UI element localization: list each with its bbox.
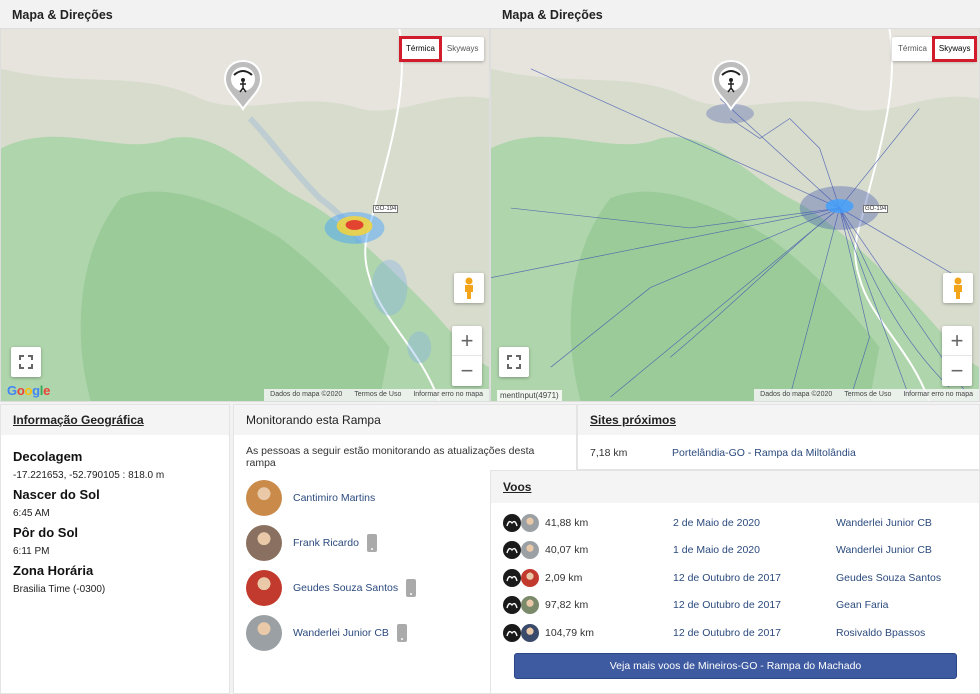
skyways-toggle[interactable]: Skyways [441, 37, 485, 61]
flight-distance: 40,07 km [545, 544, 589, 557]
table-row: 104,79 km 12 de Outubro de 2017 Rosivaldo … [491, 619, 979, 647]
flight-date-link[interactable]: 12 de Outubro de 2017 [673, 599, 836, 611]
glider-type-icon [503, 541, 521, 560]
flight-distance: 2,09 km [545, 571, 583, 584]
nearby-sites-title: Sites próximos [578, 405, 979, 435]
road-label: GO-194 [373, 205, 399, 213]
takeoff-value: -17.221653, -52.790105 : 818.0 m [13, 470, 165, 481]
flight-date-link[interactable]: 2 de Maio de 2020 [673, 517, 836, 529]
avatar[interactable] [521, 623, 539, 642]
table-row: 40,07 km 1 de Maio de 2020 Wanderlei Junio… [491, 537, 979, 565]
report-error-link[interactable]: Informar erro no mapa [903, 391, 973, 399]
street-view-pegman[interactable] [454, 273, 484, 303]
map-data-credit: Dados do mapa ©2020 [760, 391, 833, 398]
fullscreen-button[interactable] [11, 347, 41, 377]
zoom-in-button[interactable]: + [452, 326, 482, 356]
flight-distance: 41,88 km [545, 516, 589, 529]
map-footer: Dados do mapa ©2020 Termos de Uso Inform… [754, 389, 979, 401]
map-left[interactable]: GO-194 Térmica Skyways + − Google Dados … [0, 28, 490, 402]
terms-link[interactable]: Termos de Uso [844, 391, 891, 399]
skyways-toggle[interactable]: Skyways [931, 36, 978, 62]
zoom-out-button[interactable]: − [942, 356, 972, 386]
zoom-control: + − [452, 326, 482, 386]
fullscreen-icon [507, 355, 521, 369]
paraglider-marker[interactable] [223, 59, 263, 111]
avatar[interactable] [246, 479, 282, 516]
site-distance: 7,18 km [590, 447, 628, 459]
pilot-link[interactable]: Geudes Souza Santos [836, 572, 941, 584]
map-right[interactable]: GO-194 Térmica Skyways + − mentInput(497… [490, 28, 980, 402]
pilot-link[interactable]: Wanderlei Junior CB [836, 517, 932, 529]
more-flights-button[interactable]: Veja mais voos de Mineiros-GO - Rampa do… [514, 653, 957, 679]
paraglider-marker[interactable] [711, 59, 751, 111]
table-row: 2,09 km 12 de Outubro de 2017 Geudes Souza… [491, 564, 979, 592]
flight-distance: 104,79 km [545, 626, 595, 639]
map-type-toggle: Térmica Skyways [399, 36, 485, 62]
pilot-link[interactable]: Rosivaldo Bpassos [836, 627, 925, 639]
flight-date-link[interactable]: 12 de Outubro de 2017 [673, 572, 836, 584]
table-row: 41,88 km 2 de Maio de 2020 Wanderlei Junio… [491, 509, 979, 537]
phone-icon [366, 533, 377, 552]
site-link[interactable]: Portelândia-GO - Rampa da Miltolândia [672, 447, 856, 459]
flights-list: 41,88 km 2 de Maio de 2020 Wanderlei Junio… [491, 503, 979, 647]
geo-info-card: Informação Geográfica Decolagem -17.2216… [0, 404, 230, 694]
terms-link[interactable]: Termos de Uso [354, 391, 401, 399]
avatar[interactable] [246, 524, 282, 561]
zoom-in-button[interactable]: + [942, 326, 972, 356]
road-label: GO-194 [863, 205, 889, 213]
timezone-value: Brasilia Time (-0300) [13, 584, 106, 595]
nearby-sites-card: Sites próximos 7,18 km Portelândia-GO - … [577, 404, 980, 470]
flight-distance: 97,82 km [545, 599, 589, 612]
list-item: 7,18 km Portelândia-GO - Rampa da Miltol… [578, 435, 979, 471]
fullscreen-icon [19, 355, 33, 369]
timezone-label: Zona Horária [13, 563, 94, 578]
map-type-toggle: Térmica Skyways [892, 36, 978, 62]
pilot-link[interactable]: Wanderlei Junior CB [836, 544, 932, 556]
flights-title: Voos [491, 471, 979, 503]
avatar[interactable] [246, 614, 282, 651]
google-logo: Google [7, 383, 51, 398]
avatar[interactable] [246, 569, 282, 606]
person-link[interactable]: Frank Ricardo [293, 537, 359, 549]
phone-icon [406, 578, 417, 597]
sunset-value: 6:11 PM [13, 546, 50, 557]
sunrise-value: 6:45 AM [13, 508, 50, 519]
person-link[interactable]: Cantimiro Martins [293, 492, 375, 504]
glider-type-icon [503, 513, 521, 532]
flight-date-link[interactable]: 1 de Maio de 2020 [673, 544, 836, 556]
avatar[interactable] [521, 568, 539, 587]
map-data-credit: Dados do mapa ©2020 [270, 391, 343, 398]
map-left-header: Mapa & Direções [0, 0, 490, 28]
flights-card: Voos 41,88 km 2 de Maio de 2020 Wanderlei … [490, 470, 980, 694]
monitoring-title: Monitorando esta Rampa [234, 405, 576, 435]
fullscreen-button[interactable] [499, 347, 529, 377]
avatar[interactable] [521, 541, 539, 560]
table-row: 97,82 km 12 de Outubro de 2017 Gean Faria [491, 592, 979, 620]
sunset-label: Pôr do Sol [13, 525, 78, 540]
avatar[interactable] [521, 513, 539, 532]
map-footer: Dados do mapa ©2020 Termos de Uso Inform… [264, 389, 489, 401]
phone-icon [396, 623, 407, 642]
zoom-control: + − [942, 326, 972, 386]
zoom-out-button[interactable]: − [452, 356, 482, 386]
person-link[interactable]: Wanderlei Junior CB [293, 627, 389, 639]
monitoring-description: As pessoas a seguir estão monitorando as… [246, 445, 535, 469]
report-error-link[interactable]: Informar erro no mapa [413, 391, 483, 399]
glider-type-icon [503, 596, 521, 615]
debug-overlay-text: mentInput(4971) [497, 390, 562, 401]
flight-date-link[interactable]: 12 de Outubro de 2017 [673, 627, 836, 639]
pilot-link[interactable]: Gean Faria [836, 599, 889, 611]
glider-type-icon [503, 568, 521, 587]
geo-info-title: Informação Geográfica [1, 405, 229, 435]
sunrise-label: Nascer do Sol [13, 487, 100, 502]
glider-type-icon [503, 623, 521, 642]
takeoff-label: Decolagem [13, 449, 83, 464]
map-right-header: Mapa & Direções [490, 0, 980, 28]
person-link[interactable]: Geudes Souza Santos [293, 582, 398, 594]
thermal-toggle[interactable]: Térmica [399, 36, 442, 62]
avatar[interactable] [521, 596, 539, 615]
street-view-pegman[interactable] [943, 273, 973, 303]
thermal-toggle[interactable]: Térmica [892, 37, 933, 61]
